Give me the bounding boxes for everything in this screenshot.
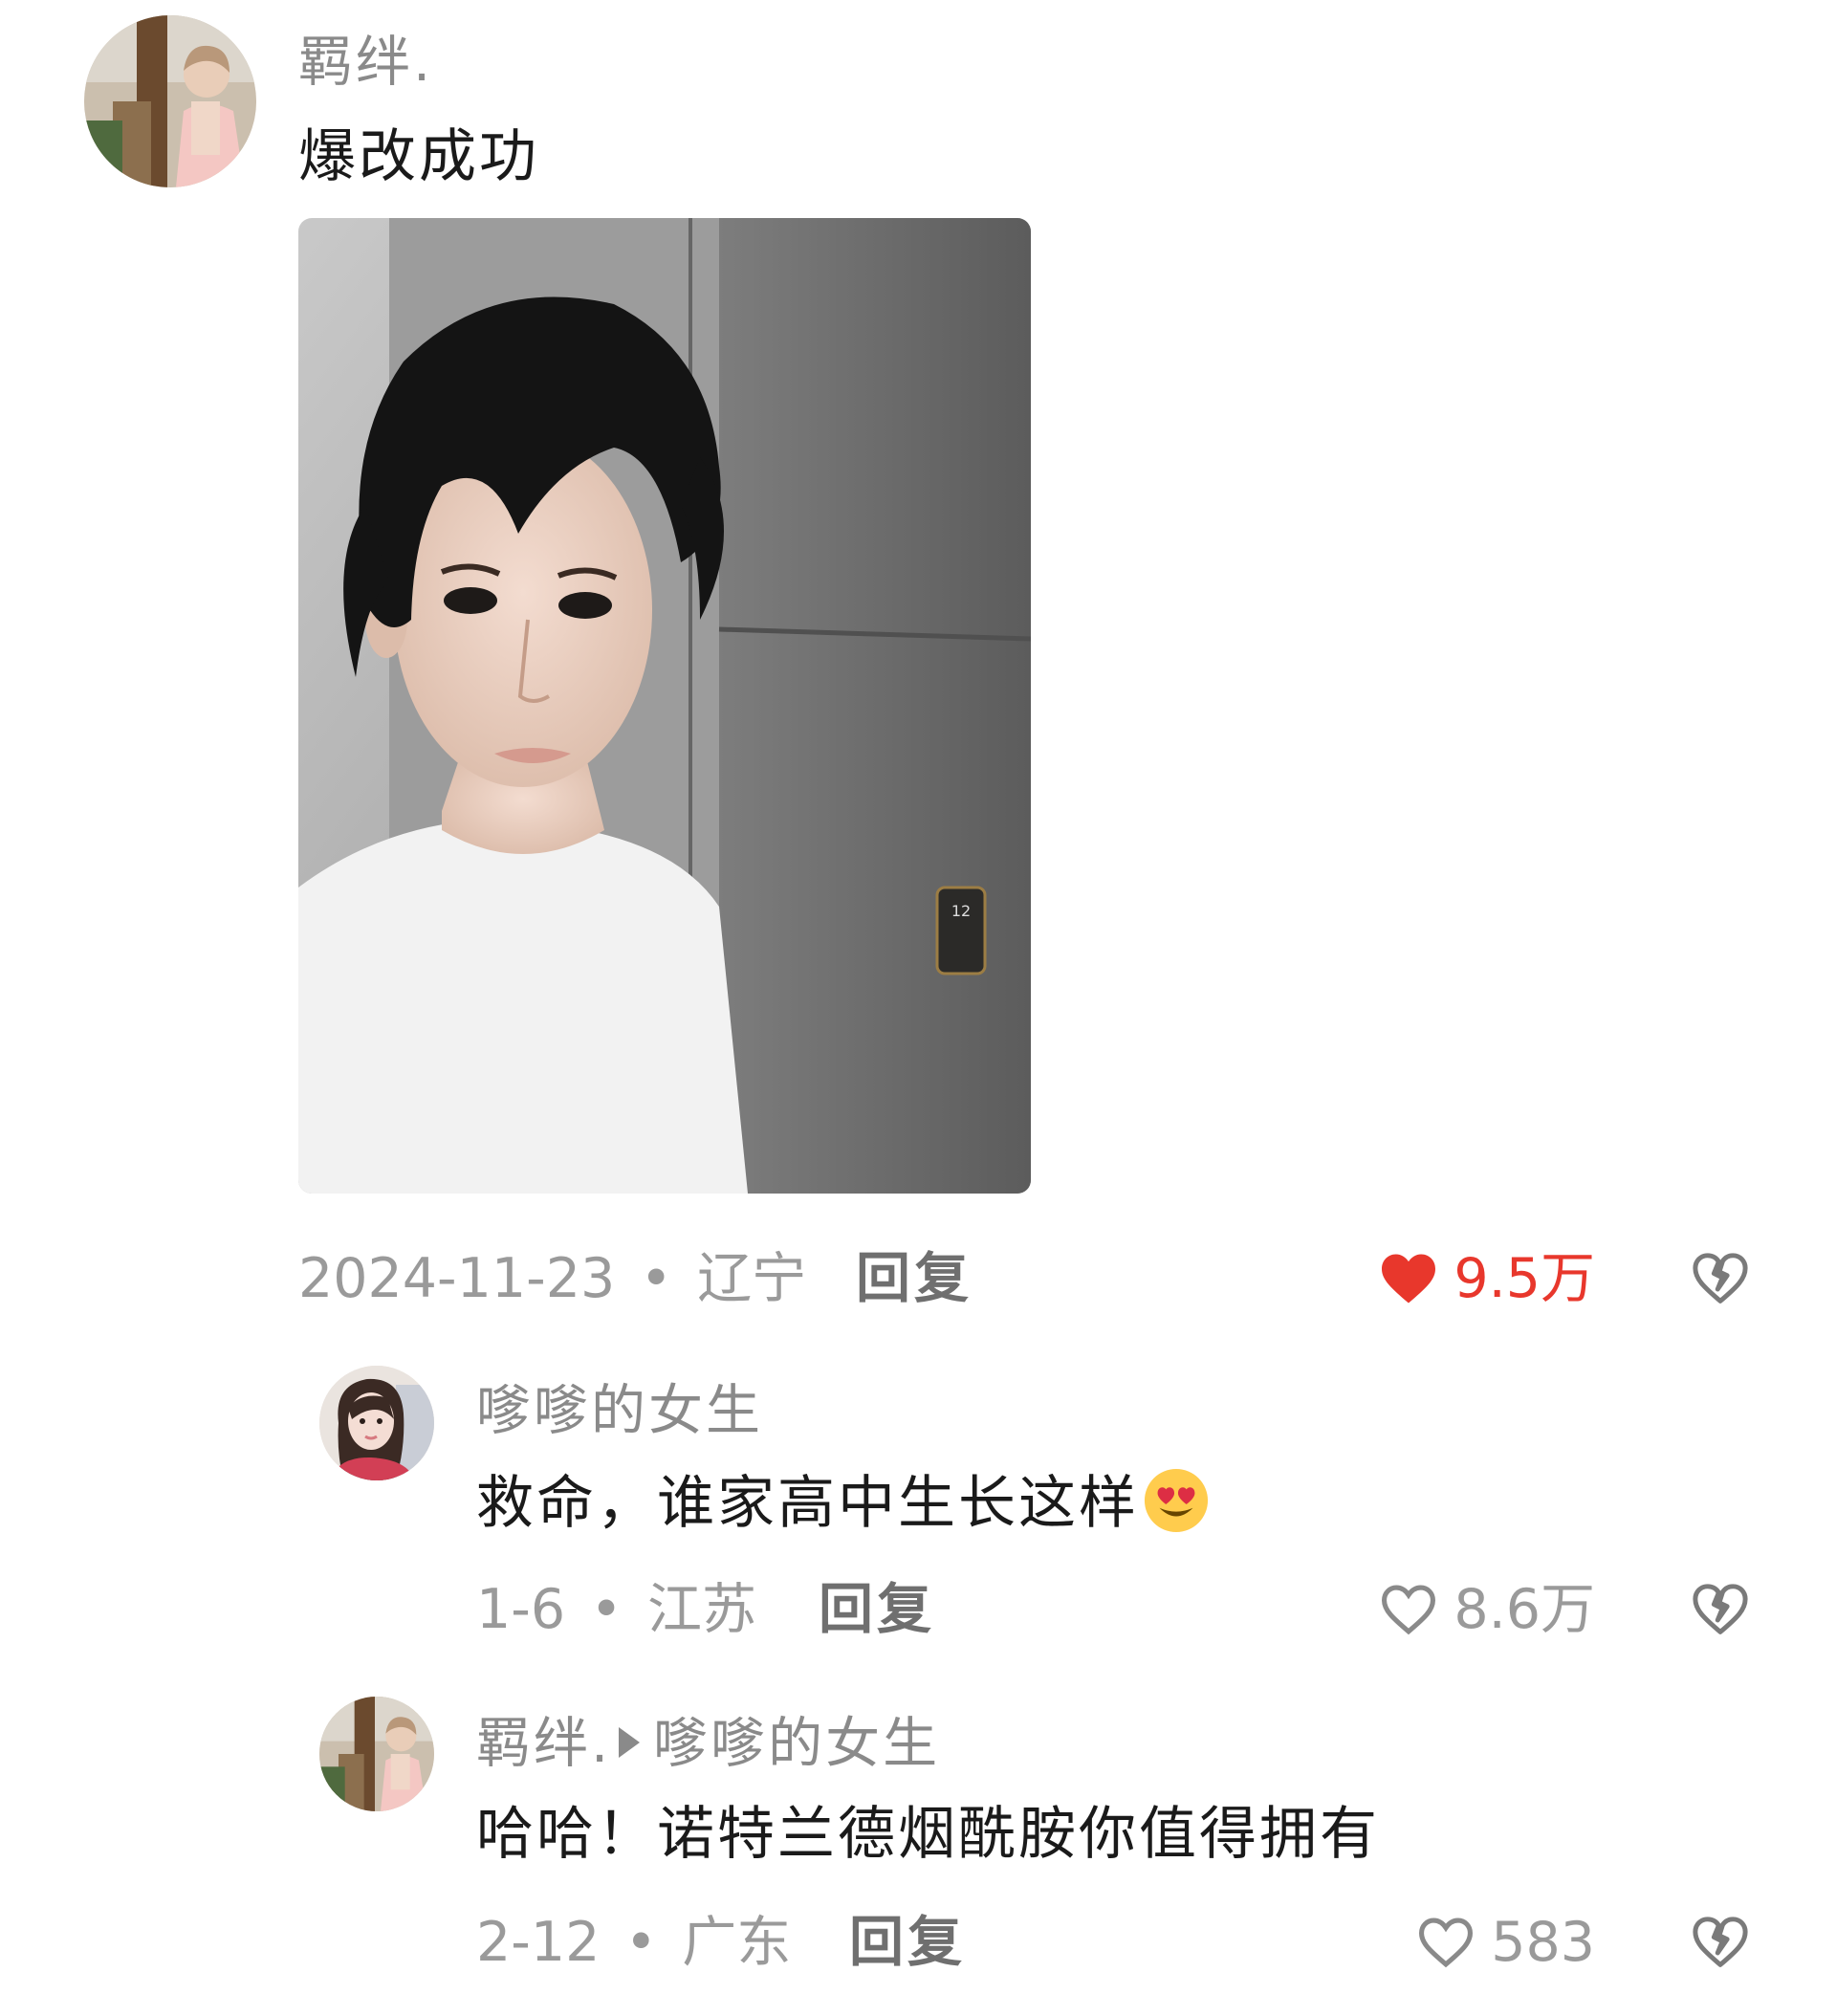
post-photo[interactable]: 12 (298, 218, 1031, 1194)
reply-text: 救命，谁家高中生长这样 (476, 1467, 1210, 1540)
user-avatar-icon (84, 15, 256, 187)
heart-outline-icon (1382, 1585, 1436, 1635)
dislike-broken-heart-icon[interactable] (1689, 1578, 1752, 1641)
post-username[interactable]: 羁绊. (298, 29, 433, 96)
user-avatar-icon (319, 1697, 434, 1811)
reply-button[interactable]: 回复 (849, 1909, 966, 1976)
reply-date: 2-12 (476, 1911, 601, 1974)
separator: • (640, 1247, 673, 1310)
avatar[interactable] (319, 1697, 434, 1811)
post-date: 2024-11-23 (298, 1247, 616, 1310)
user-avatar-icon (319, 1366, 434, 1480)
reply-author[interactable]: 羁绊. (476, 1712, 611, 1775)
avatar[interactable] (84, 15, 256, 187)
like-count: 9.5万 (1454, 1247, 1595, 1310)
reply-username: 羁绊. 嗲嗲的女生 (476, 1710, 940, 1777)
like-count: 8.6万 (1454, 1578, 1595, 1641)
reply-text: 哈哈！诺特兰德烟酰胺你值得拥有 (476, 1801, 1380, 1868)
like-button[interactable]: 8.6万 (1379, 1576, 1595, 1643)
post-meta: 2024-11-23 • 辽宁 (298, 1245, 806, 1312)
like-button[interactable]: 9.5万 (1379, 1245, 1595, 1312)
svg-text:12: 12 (951, 902, 971, 920)
separator: • (624, 1911, 658, 1974)
reply-to-user[interactable]: 嗲嗲的女生 (653, 1712, 940, 1775)
dislike-broken-heart-icon[interactable] (1689, 1911, 1752, 1974)
post-text: 爆改成功 (298, 123, 539, 190)
reply-meta: 1-6 • 江苏 (476, 1576, 756, 1643)
comment-thread: 羁绊. 爆改成功 12 2024-11-23 • 辽宁 回复 9.5万 嗲嗲的女… (0, 0, 1836, 2016)
post-location: 辽宁 (697, 1247, 807, 1310)
reply-button[interactable]: 回复 (856, 1245, 973, 1312)
heart-eyes-emoji-icon (1144, 1469, 1209, 1533)
dislike-broken-heart-icon[interactable] (1689, 1247, 1752, 1310)
selfie-photo-icon: 12 (298, 218, 1031, 1194)
like-button[interactable]: 583 (1416, 1909, 1595, 1976)
heart-outline-icon (1419, 1917, 1474, 1968)
heart-filled-icon (1382, 1254, 1436, 1304)
like-count: 583 (1491, 1911, 1595, 1974)
reply-meta: 2-12 • 广东 (476, 1909, 791, 1976)
reply-date: 1-6 (476, 1578, 566, 1641)
reply-location: 江苏 (646, 1578, 756, 1641)
separator: • (590, 1578, 623, 1641)
avatar[interactable] (319, 1366, 434, 1480)
reply-username[interactable]: 嗲嗲的女生 (476, 1377, 763, 1444)
reply-to-arrow-icon (619, 1727, 641, 1759)
reply-button[interactable]: 回复 (819, 1576, 935, 1643)
reply-location: 广东 (682, 1911, 792, 1974)
